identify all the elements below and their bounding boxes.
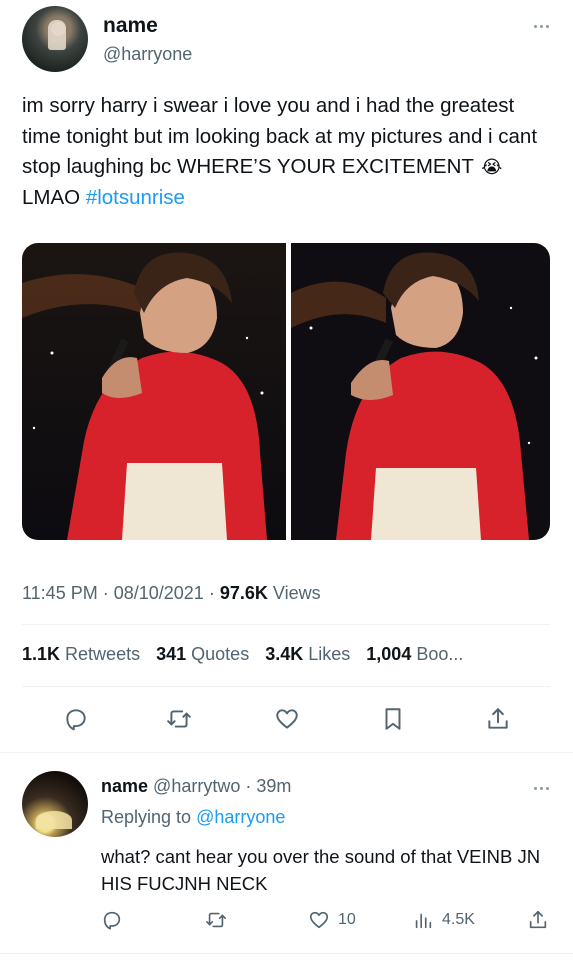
reply-header: name @harrytwo · 39m bbox=[101, 776, 291, 797]
reply-action[interactable] bbox=[101, 909, 123, 931]
retweet-icon bbox=[206, 912, 226, 928]
divider bbox=[0, 953, 573, 954]
replying-prefix: Replying to bbox=[101, 807, 192, 827]
hashtag-link[interactable]: #lotsunrise bbox=[86, 186, 185, 209]
more-icon[interactable] bbox=[530, 21, 552, 31]
replying-to: Replying to @harryone bbox=[101, 807, 285, 828]
bookmark-icon[interactable] bbox=[378, 704, 408, 734]
views-icon bbox=[415, 913, 432, 929]
replying-to-link[interactable]: @harryone bbox=[196, 807, 285, 827]
quotes-label: Quotes bbox=[191, 644, 250, 664]
likes-count: 3.4K bbox=[265, 644, 304, 664]
reply-icon[interactable] bbox=[61, 704, 91, 734]
share-icon bbox=[529, 910, 547, 929]
meta-separator: · bbox=[245, 776, 257, 796]
reply-views-count: 4.5K bbox=[442, 911, 475, 928]
heart-icon[interactable] bbox=[272, 704, 302, 734]
bookmarks-stat[interactable]: 1,004 Boo... bbox=[366, 644, 463, 665]
loudly-crying-emoji: 😭 bbox=[481, 157, 503, 177]
quotes-stat[interactable]: 341 Quotes bbox=[156, 644, 249, 665]
reply-author-handle[interactable]: @harrytwo bbox=[153, 776, 240, 796]
meta-separator: · bbox=[102, 583, 114, 603]
heart-icon bbox=[309, 911, 329, 929]
author-name[interactable]: name bbox=[103, 14, 158, 38]
avatar[interactable] bbox=[22, 6, 88, 72]
retweets-stat[interactable]: 1.1K Retweets bbox=[22, 644, 140, 665]
share-action[interactable] bbox=[527, 909, 549, 931]
tweet-photo-2[interactable] bbox=[291, 243, 550, 540]
quotes-count: 341 bbox=[156, 644, 187, 664]
views-action[interactable]: 4.5K bbox=[412, 909, 475, 931]
retweet-action[interactable] bbox=[205, 909, 227, 931]
share-icon[interactable] bbox=[483, 704, 513, 734]
likes-stat[interactable]: 3.4K Likes bbox=[265, 644, 350, 665]
views-count: 97.6K bbox=[219, 583, 268, 603]
more-icon[interactable] bbox=[530, 783, 552, 793]
reply-author-name[interactable]: name bbox=[101, 776, 148, 796]
retweets-label: Retweets bbox=[65, 644, 141, 664]
reply-likes-count: 10 bbox=[338, 911, 356, 928]
reply-time[interactable]: 39m bbox=[256, 776, 291, 796]
likes-label: Likes bbox=[308, 644, 351, 664]
tweet-stats: 1.1K Retweets 341 Quotes 3.4K Likes 1,00… bbox=[22, 644, 463, 665]
divider bbox=[0, 752, 573, 753]
tweet-meta: 11:45 PM · 08/10/2021 · 97.6K Views bbox=[22, 583, 321, 604]
tweet-body: im sorry harry i swear i love you and i … bbox=[22, 94, 538, 178]
reply-avatar[interactable] bbox=[22, 771, 88, 837]
bookmarks-count: 1,004 bbox=[366, 644, 412, 664]
tweet-date[interactable]: 08/10/2021 bbox=[114, 583, 204, 603]
meta-separator: · bbox=[208, 583, 220, 603]
divider bbox=[22, 624, 550, 625]
views-label: Views bbox=[272, 583, 321, 603]
tweet-time[interactable]: 11:45 PM bbox=[22, 583, 98, 603]
reply-icon bbox=[103, 911, 121, 930]
retweet-icon[interactable] bbox=[164, 704, 194, 734]
divider bbox=[22, 686, 550, 687]
tweet-text: im sorry harry i swear i love you and i … bbox=[22, 91, 557, 213]
like-action[interactable]: 10 bbox=[308, 909, 356, 931]
tweet-photo-1[interactable] bbox=[22, 243, 286, 540]
reply-text: what? cant hear you over the sound of th… bbox=[101, 846, 541, 894]
author-handle[interactable]: @harryone bbox=[103, 44, 192, 65]
tweet-body-tail: LMAO bbox=[22, 185, 81, 209]
bookmarks-label: Boo... bbox=[416, 644, 464, 664]
retweets-count: 1.1K bbox=[22, 644, 61, 664]
